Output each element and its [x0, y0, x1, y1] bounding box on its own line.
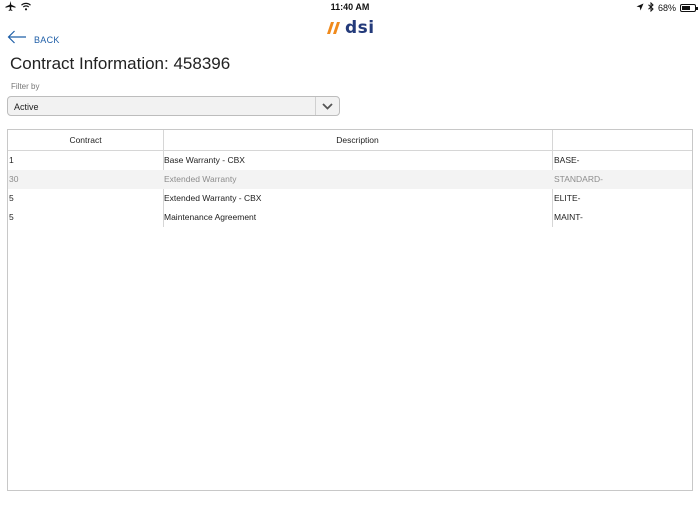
back-label: BACK: [34, 34, 60, 45]
dsi-logo: dsi: [327, 18, 375, 38]
table-row[interactable]: 30 Extended Warranty STANDARD-: [8, 170, 692, 189]
battery-percent: 68%: [657, 3, 676, 13]
status-bar: 11:40 AM 68%: [0, 0, 700, 14]
filter-label: Filter by: [11, 82, 40, 91]
logo-mark-icon: [327, 21, 343, 35]
back-arrow-icon: [7, 30, 27, 49]
column-header-description[interactable]: Description: [163, 130, 552, 151]
cell-contract: 30: [9, 174, 19, 184]
table-row[interactable]: 5 Extended Warranty - CBX ELITE-: [8, 189, 692, 208]
column-header-code[interactable]: [552, 130, 694, 151]
cell-code: MAINT-: [554, 212, 583, 222]
filter-select[interactable]: Active: [7, 96, 340, 116]
cell-code: BASE-: [554, 155, 580, 165]
cell-description: Extended Warranty: [164, 174, 237, 184]
logo-text: dsi: [345, 18, 375, 38]
bluetooth-icon: [648, 1, 654, 14]
cell-code: STANDARD-: [554, 174, 603, 184]
table-header: Contract Description: [8, 130, 692, 151]
filter-selected-value: Active: [14, 102, 39, 112]
column-header-contract[interactable]: Contract: [8, 130, 163, 151]
cell-description: Base Warranty - CBX: [164, 155, 245, 165]
cell-code: ELITE-: [554, 193, 581, 203]
cell-contract: 5: [9, 193, 14, 203]
battery-icon: [680, 4, 698, 12]
cell-description: Extended Warranty - CBX: [164, 193, 262, 203]
contracts-table: Contract Description 1 Base Warranty - C…: [7, 129, 693, 491]
table-row[interactable]: 5 Maintenance Agreement MAINT-: [8, 208, 692, 227]
cell-description: Maintenance Agreement: [164, 212, 257, 222]
cell-contract: 1: [9, 155, 14, 165]
back-button[interactable]: BACK: [7, 30, 60, 49]
cell-contract: 5: [9, 212, 14, 222]
status-time: 11:40 AM: [330, 2, 370, 12]
page-title: Contract Information: 458396: [10, 54, 231, 73]
table-row[interactable]: 1 Base Warranty - CBX BASE-: [8, 151, 692, 170]
location-icon: [636, 3, 644, 13]
battery-level: [682, 6, 691, 10]
chevron-down-icon[interactable]: [315, 97, 339, 115]
